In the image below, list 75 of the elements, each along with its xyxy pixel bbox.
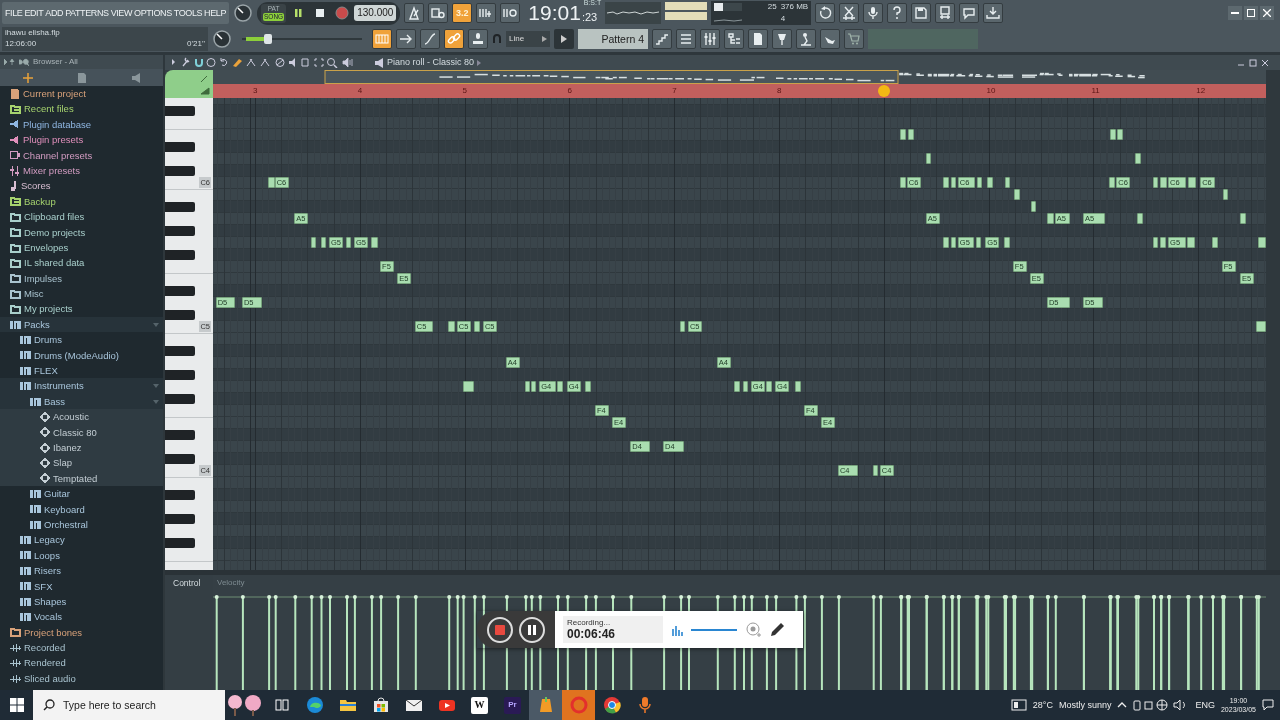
song-position-ticks: :23 [581, 10, 598, 24]
song-position: 12:06:00 [5, 39, 38, 50]
browser-item[interactable]: Sliced audio [0, 670, 163, 687]
menu-item[interactable]: ADD [45, 7, 64, 19]
browser-item[interactable]: Packs [0, 316, 163, 333]
weather-temperature: 28°C [1032, 699, 1053, 711]
browser-item[interactable]: Backup [0, 193, 163, 210]
browser-item[interactable]: Drums (ModeAudio) [0, 347, 163, 364]
browser-title: Browser - All [33, 57, 78, 67]
browser-item[interactable]: Project bones [0, 624, 163, 641]
browser-item[interactable]: Shapes [0, 593, 163, 610]
search-field[interactable]: Type here to search [33, 690, 225, 720]
menu-item[interactable]: VIEW [110, 7, 133, 19]
weather-condition: Mostly sunny [1058, 699, 1112, 711]
browser-item[interactable]: Recent files [0, 101, 163, 117]
browser-item[interactable]: Drums [0, 332, 163, 348]
tempo-display[interactable]: 130.000 [354, 5, 397, 21]
browser-item[interactable]: Mixer presets [0, 162, 163, 179]
bar-number: 10 [986, 86, 996, 96]
song-position-time: 19:01 [528, 2, 581, 24]
browser-item[interactable]: Vocals [0, 609, 163, 625]
memory-usage: 376 MB [780, 2, 809, 12]
voice-count: 25 [767, 2, 777, 12]
browser-item[interactable]: Instruments [0, 378, 163, 394]
bar-number: 3 [253, 86, 258, 96]
browser-item[interactable]: Legacy [0, 532, 163, 548]
browser-item[interactable]: Scores [0, 178, 163, 194]
project-file-name: ihawu elisha.flp [5, 28, 61, 39]
browser-item[interactable]: Demo projects [0, 224, 163, 240]
piano-roll-title: Piano roll - Classic 80 [387, 57, 475, 68]
polyphony-count: 4 [780, 14, 787, 24]
browser-item[interactable]: Loops [0, 547, 163, 564]
browser-item[interactable]: Current project [0, 86, 163, 102]
recording-elapsed-time: 00:06:46 [567, 627, 617, 642]
song-length: 0'21'' [187, 39, 205, 50]
pattern-selector[interactable]: Pattern 4 [578, 29, 648, 49]
browser-item[interactable]: My projects [0, 301, 163, 317]
taskbar-app-button[interactable]: Pr [496, 690, 529, 720]
browser-item[interactable]: Recorded [0, 640, 163, 656]
browser-item[interactable]: FLEX [0, 363, 163, 379]
browser-item[interactable]: Slap [0, 455, 163, 471]
browser-item[interactable]: Plugin presets [0, 132, 163, 148]
bar-number: 8 [777, 86, 782, 96]
bar-number: 5 [462, 86, 468, 96]
browser-item[interactable]: SFX [0, 578, 163, 594]
menu-item[interactable]: PATTERNS [65, 7, 109, 19]
browser-item[interactable]: IL shared data [0, 255, 163, 271]
browser-item[interactable]: Acoustic [0, 409, 163, 425]
browser-item[interactable]: Misc [0, 286, 163, 302]
browser-item[interactable]: Envelopes [0, 239, 163, 256]
browser-item[interactable]: Risers [0, 563, 163, 579]
browser-item[interactable]: Clipboard files [0, 209, 163, 225]
bar-number: 12 [1196, 86, 1206, 96]
browser-item[interactable]: Plugin database [0, 116, 163, 133]
input-language[interactable]: ENG [1195, 699, 1215, 711]
menu-item[interactable]: EDIT [24, 7, 44, 19]
browser-item[interactable]: Rendered [0, 655, 163, 671]
snap-dropdown[interactable]: Line [506, 31, 550, 47]
browser-item[interactable]: Keyboard [0, 501, 163, 517]
browser-item[interactable]: Orchestral [0, 516, 163, 533]
bar-number: 4 [357, 86, 363, 96]
browser-item[interactable]: Channel presets [0, 147, 163, 163]
menu-item[interactable]: HELP [204, 7, 227, 19]
menu-item[interactable]: TOOLS [173, 7, 203, 19]
bar-number: 6 [567, 86, 572, 96]
browser-item[interactable]: Guitar [0, 486, 163, 502]
browser-item[interactable]: Impulses [0, 270, 163, 287]
recording-status: Recording... [567, 617, 612, 628]
control-label: Control [173, 578, 201, 588]
menu-item[interactable]: FILE [5, 7, 23, 19]
bar-number: 7 [672, 86, 677, 96]
taskbar-app-button[interactable]: W [463, 690, 496, 720]
bar-number: 11 [1091, 86, 1100, 96]
menu-item[interactable]: OPTIONS [134, 7, 172, 19]
control-parameter-label: Velocity [217, 578, 245, 588]
